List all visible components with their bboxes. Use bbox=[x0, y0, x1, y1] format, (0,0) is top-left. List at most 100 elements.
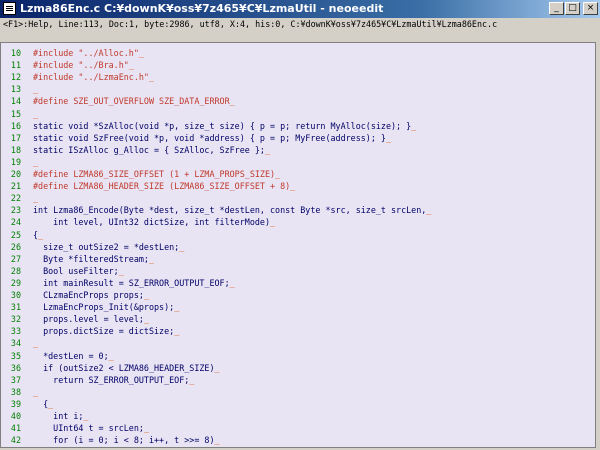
line-number: 25 bbox=[10, 229, 21, 240]
end-of-line-marker: _ bbox=[148, 72, 155, 83]
code-line-text: props.level = level; bbox=[33, 314, 144, 325]
maximize-button[interactable]: □ bbox=[565, 2, 580, 15]
end-of-line-marker: _ bbox=[174, 326, 180, 337]
end-of-line-marker: _ bbox=[143, 423, 149, 434]
end-of-line-marker: _ bbox=[264, 144, 270, 155]
code-line-text: static void SzFree(void *p, void *addres… bbox=[33, 132, 386, 143]
minimize-button[interactable]: _ bbox=[549, 2, 564, 15]
code-line[interactable]: static ISzAlloc g_Alloc = { SzAlloc, SzF… bbox=[33, 144, 270, 156]
line-number: 16 bbox=[10, 120, 21, 131]
end-of-line-marker: _ bbox=[385, 132, 391, 143]
code-line-text: #include "../LzmaEnc.h" bbox=[33, 72, 149, 83]
code-line[interactable]: int Lzma86_Encode(Byte *dest, size_t *de… bbox=[33, 204, 431, 216]
end-of-line-marker: _ bbox=[179, 241, 185, 252]
code-line-text: #define SZE_OUT_OVERFLOW SZE_DATA_ERROR bbox=[33, 96, 230, 107]
line-number: 14 bbox=[10, 96, 21, 107]
line-number: 29 bbox=[10, 277, 21, 288]
code-line-text: size_t outSize2 = *destLen; bbox=[33, 241, 180, 252]
code-line[interactable]: Bool useFilter;_ bbox=[33, 265, 124, 277]
end-of-line-marker: _ bbox=[214, 362, 220, 373]
end-of-line-marker: _ bbox=[426, 205, 432, 216]
code-line-text: CLzmaEncProps props; bbox=[33, 290, 144, 300]
end-of-line-marker: _ bbox=[229, 96, 235, 107]
code-line-text: #define LZMA86_SIZE_OFFSET (1 + LZMA_PRO… bbox=[33, 169, 276, 179]
line-number: 24 bbox=[10, 217, 21, 228]
end-of-line-marker: _ bbox=[269, 217, 276, 228]
code-line[interactable]: int i;_ bbox=[33, 410, 88, 422]
end-of-line-marker: _ bbox=[214, 435, 220, 446]
line-number: 13 bbox=[10, 84, 21, 95]
end-of-line-marker: _ bbox=[118, 265, 124, 276]
code-line[interactable]: *destLen = 0;_ bbox=[33, 350, 114, 362]
code-line-text: #include "../Bra.h" bbox=[33, 60, 129, 71]
code-line-text: return SZ_ERROR_OUTPUT_EOF; bbox=[33, 374, 190, 385]
code-line-text: UInt64 t = srcLen; bbox=[33, 423, 144, 434]
line-number: 38 bbox=[10, 386, 21, 397]
code-line[interactable]: dest[LZMA86_SIZE_OFFSET + i] = (Byte)t;_ bbox=[33, 446, 265, 447]
end-of-line-marker: _ bbox=[411, 120, 417, 131]
code-line[interactable]: int level, UInt32 dictSize, int filterMo… bbox=[33, 216, 275, 228]
code-line[interactable]: {_ bbox=[33, 229, 43, 241]
code-line[interactable]: #define LZMA86_HEADER_SIZE (LZMA86_SIZE_… bbox=[33, 180, 295, 192]
code-line[interactable]: _ bbox=[33, 83, 38, 95]
line-number: 17 bbox=[10, 132, 21, 143]
line-number: 15 bbox=[10, 108, 21, 119]
code-line[interactable]: _ bbox=[33, 156, 38, 168]
end-of-line-marker: _ bbox=[83, 411, 89, 421]
code-line[interactable]: #define LZMA86_SIZE_OFFSET (1 + LZMA_PRO… bbox=[33, 168, 280, 180]
code-line-text: Byte *filteredStream; bbox=[33, 253, 149, 264]
code-line[interactable]: static void *SzAlloc(void *p, size_t siz… bbox=[33, 120, 416, 132]
code-line[interactable]: #include "../LzmaEnc.h"_ bbox=[33, 71, 154, 83]
end-of-line-marker: _ bbox=[229, 277, 235, 288]
line-number: 20 bbox=[10, 169, 21, 179]
code-line[interactable]: _ bbox=[33, 337, 38, 349]
code-line[interactable]: props.dictSize = dictSize;_ bbox=[33, 325, 179, 337]
line-number: 42 bbox=[10, 435, 21, 446]
code-line[interactable]: #include "../Alloc.h"_ bbox=[33, 47, 144, 59]
code-line[interactable]: LzmaEncProps_Init(&props);_ bbox=[33, 301, 179, 313]
line-number: 36 bbox=[10, 362, 21, 373]
code-line[interactable]: _ bbox=[33, 108, 38, 120]
code-line[interactable]: _ bbox=[33, 386, 38, 398]
code-line[interactable]: CLzmaEncProps props;_ bbox=[33, 289, 149, 301]
code-line-text: for (i = 0; i < 8; i++, t >>= 8) bbox=[33, 435, 215, 446]
code-line[interactable]: size_t outSize2 = *destLen;_ bbox=[33, 241, 184, 253]
line-number: 41 bbox=[10, 423, 21, 434]
app-icon[interactable] bbox=[3, 2, 16, 15]
title-bar[interactable]: Lzma86Enc.c C:¥downK¥oss¥7z465¥C¥LzmaUti… bbox=[0, 0, 600, 18]
code-line[interactable]: return SZ_ERROR_OUTPUT_EOF;_ bbox=[33, 374, 194, 386]
end-of-line-marker: _ bbox=[33, 156, 39, 167]
end-of-line-marker: _ bbox=[108, 350, 114, 361]
end-of-line-marker: _ bbox=[128, 60, 134, 71]
end-of-line-marker: _ bbox=[33, 386, 39, 397]
code-line[interactable]: Byte *filteredStream;_ bbox=[33, 253, 154, 265]
code-line[interactable]: props.level = level;_ bbox=[33, 313, 149, 325]
end-of-line-marker: _ bbox=[143, 290, 149, 300]
line-number: 37 bbox=[10, 374, 21, 385]
end-of-line-marker: _ bbox=[33, 338, 39, 349]
close-button[interactable]: × bbox=[583, 2, 598, 15]
code-line[interactable]: #include "../Bra.h"_ bbox=[33, 59, 134, 71]
line-number: 34 bbox=[10, 338, 21, 349]
code-line[interactable]: #define SZE_OUT_OVERFLOW SZE_DATA_ERROR_ bbox=[33, 95, 235, 107]
line-number: 19 bbox=[10, 156, 21, 167]
line-number: 32 bbox=[10, 314, 21, 325]
end-of-line-marker: _ bbox=[174, 302, 180, 313]
code-line-text: if (outSize2 < LZMA86_HEADER_SIZE) bbox=[33, 362, 215, 373]
code-line[interactable]: UInt64 t = srcLen;_ bbox=[33, 422, 149, 434]
code-line[interactable]: if (outSize2 < LZMA86_HEADER_SIZE)_ bbox=[33, 362, 220, 374]
status-line: <F1>:Help, Line:113, Doc:1, byte:2986, u… bbox=[0, 18, 600, 31]
line-number: 18 bbox=[10, 144, 21, 155]
code-line-text: static void *SzAlloc(void *p, size_t siz… bbox=[33, 120, 412, 131]
line-number: 27 bbox=[10, 253, 21, 264]
code-editor[interactable]: 10 11 12 13 14 15 16 17 18 19 20 21 22 23 24 25 26 27 28 29… bbox=[0, 42, 596, 448]
code-line[interactable]: int mainResult = SZ_ERROR_OUTPUT_EOF;_ bbox=[33, 277, 235, 289]
code-text-area[interactable]: #include "../Alloc.h"_ #include "../Bra.h… bbox=[25, 43, 595, 447]
end-of-line-marker: _ bbox=[189, 374, 195, 385]
code-line[interactable]: _ bbox=[33, 192, 38, 204]
code-line[interactable]: static void SzFree(void *p, void *addres… bbox=[33, 132, 391, 144]
code-line[interactable]: {_ bbox=[33, 398, 53, 410]
code-line[interactable]: for (i = 0; i < 8; i++, t >>= 8)_ bbox=[33, 434, 220, 446]
line-number-gutter: 10 11 12 13 14 15 16 17 18 19 20 21 22 23 24 25 26 27 28 29… bbox=[1, 43, 25, 447]
line-number: 40 bbox=[10, 411, 21, 421]
